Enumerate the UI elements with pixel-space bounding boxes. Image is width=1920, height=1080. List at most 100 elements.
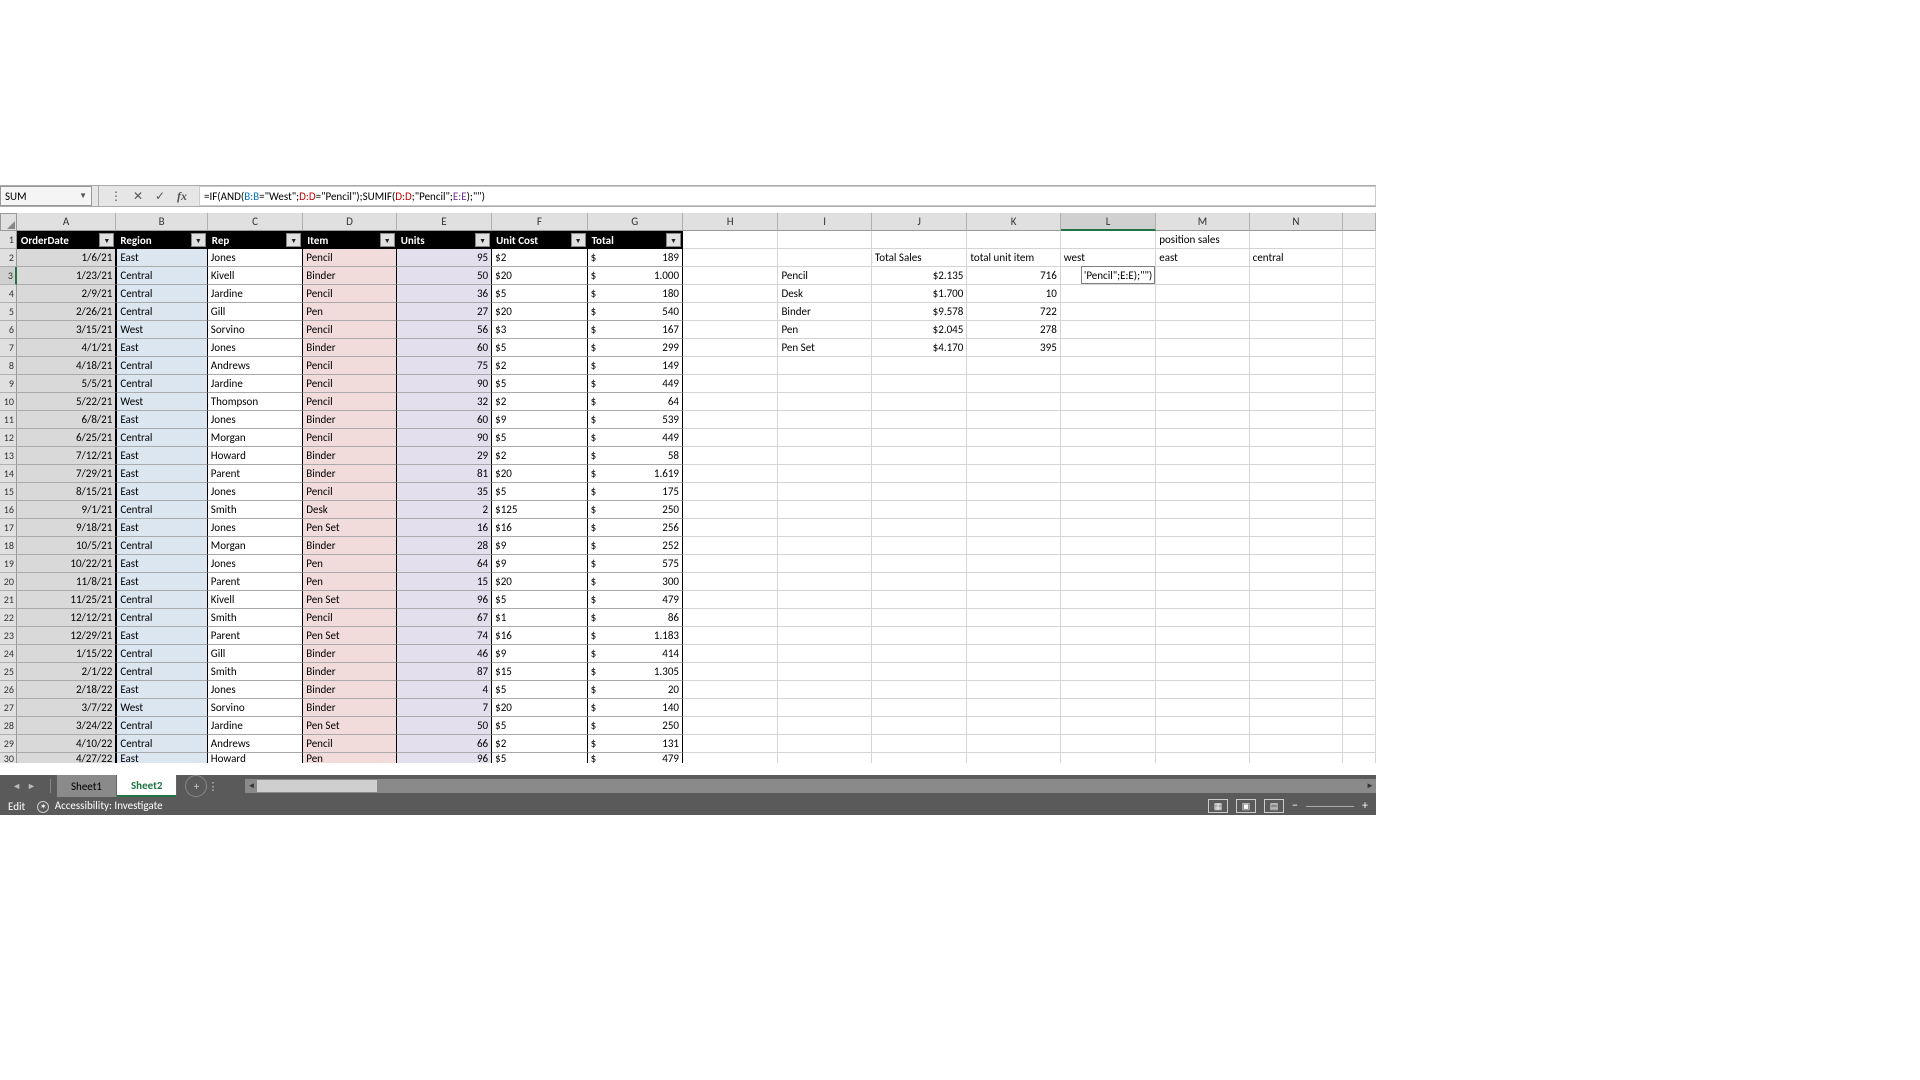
cell[interactable] [683, 555, 778, 573]
cell[interactable]: 16 [397, 519, 492, 537]
cell[interactable] [1061, 681, 1156, 699]
cell[interactable] [1061, 465, 1156, 483]
cell[interactable] [1061, 483, 1156, 501]
cell[interactable] [1250, 663, 1343, 681]
cell[interactable]: $479 [588, 591, 683, 609]
cell[interactable] [1250, 537, 1343, 555]
cell[interactable] [1343, 447, 1376, 465]
row-header[interactable]: 8 [0, 357, 17, 375]
cell[interactable] [967, 681, 1060, 699]
cell[interactable]: 64 [397, 555, 492, 573]
cell[interactable]: 12/12/21 [17, 609, 116, 627]
cell[interactable]: East [116, 555, 207, 573]
cell[interactable]: 278 [967, 321, 1060, 339]
cell[interactable]: 11/8/21 [17, 573, 116, 591]
cell[interactable]: Jones [208, 681, 303, 699]
cell[interactable]: Kivell [208, 267, 303, 285]
cell[interactable] [1343, 609, 1376, 627]
cell[interactable]: $1.000 [588, 267, 683, 285]
table-header[interactable]: Unit Cost▼ [492, 231, 587, 249]
cell[interactable] [778, 609, 871, 627]
cell[interactable]: 87 [397, 663, 492, 681]
col-header-I[interactable]: I [778, 213, 871, 231]
cell[interactable]: Pencil [303, 249, 396, 267]
cell[interactable]: West [116, 321, 207, 339]
cell[interactable] [1250, 231, 1343, 249]
cell[interactable] [778, 573, 871, 591]
cell[interactable] [1061, 717, 1156, 735]
cell[interactable] [1343, 591, 1376, 609]
cell[interactable]: Jardine [208, 375, 303, 393]
cell[interactable] [683, 411, 778, 429]
active-editing-cell[interactable]: 'Pencil";E:E);"") [1061, 267, 1156, 285]
page-break-view-icon[interactable]: ▤ [1264, 799, 1284, 813]
cell[interactable]: $16 [492, 627, 587, 645]
cell[interactable] [1061, 231, 1156, 249]
cell[interactable]: Gill [208, 645, 303, 663]
sheet-tab-sheet2[interactable]: Sheet2 [117, 775, 178, 797]
cell[interactable]: Central [116, 303, 207, 321]
cell[interactable] [872, 429, 967, 447]
cell[interactable]: $9 [492, 555, 587, 573]
cell[interactable]: 4/10/22 [17, 735, 116, 753]
cell[interactable]: East [116, 483, 207, 501]
cell[interactable]: $252 [588, 537, 683, 555]
cell[interactable] [683, 591, 778, 609]
cell[interactable] [1250, 447, 1343, 465]
row-header[interactable]: 27 [0, 699, 17, 717]
cell[interactable] [1343, 357, 1376, 375]
cell[interactable] [967, 519, 1060, 537]
cell[interactable] [1343, 537, 1376, 555]
cell[interactable]: Parent [208, 465, 303, 483]
cell[interactable] [1250, 303, 1343, 321]
cell[interactable] [778, 357, 871, 375]
cell[interactable] [1156, 483, 1249, 501]
cell[interactable]: $250 [588, 717, 683, 735]
cell[interactable] [967, 717, 1060, 735]
row-header[interactable]: 12 [0, 429, 17, 447]
cell[interactable]: Pencil [303, 393, 396, 411]
cell[interactable] [1156, 663, 1249, 681]
cell[interactable]: $5 [492, 717, 587, 735]
cell[interactable]: $299 [588, 339, 683, 357]
cell[interactable] [872, 753, 967, 763]
filter-dropdown-icon[interactable]: ▼ [286, 233, 301, 247]
fx-icon[interactable]: fx [171, 186, 193, 206]
cell[interactable] [683, 447, 778, 465]
cell[interactable] [1250, 609, 1343, 627]
cell[interactable]: total unit item [967, 249, 1060, 267]
cell[interactable]: 7/12/21 [17, 447, 116, 465]
cell[interactable] [683, 645, 778, 663]
tab-options-icon[interactable]: ⋮ [207, 780, 219, 793]
cell[interactable] [683, 357, 778, 375]
cell[interactable]: position sales [1156, 231, 1249, 249]
cell[interactable] [1343, 339, 1376, 357]
cell[interactable]: 32 [397, 393, 492, 411]
row-header[interactable]: 15 [0, 483, 17, 501]
cell[interactable]: Binder [303, 411, 396, 429]
cell[interactable]: $2 [492, 249, 587, 267]
cell[interactable]: Smith [208, 609, 303, 627]
cell[interactable] [1343, 735, 1376, 753]
filter-dropdown-icon[interactable]: ▼ [666, 233, 681, 247]
cell[interactable]: $1.700 [872, 285, 967, 303]
cell[interactable] [1061, 411, 1156, 429]
table-header[interactable]: Item▼ [303, 231, 396, 249]
cell[interactable] [1343, 681, 1376, 699]
cell[interactable] [1343, 267, 1376, 285]
spreadsheet-grid[interactable]: A B C D E F G H I J K L M N 1OrderDate▼R… [0, 213, 1376, 775]
formula-input[interactable]: =IF(AND(B:B="West";D:D="Pencil");SUMIF(D… [199, 186, 1376, 206]
cell[interactable]: 36 [397, 285, 492, 303]
filter-dropdown-icon[interactable]: ▼ [380, 233, 395, 247]
cell[interactable]: 95 [397, 249, 492, 267]
cell[interactable] [683, 501, 778, 519]
row-header[interactable]: 18 [0, 537, 17, 555]
row-header[interactable]: 13 [0, 447, 17, 465]
cell[interactable] [778, 591, 871, 609]
cell[interactable]: Binder [303, 465, 396, 483]
cell[interactable]: $449 [588, 375, 683, 393]
cell[interactable]: $5 [492, 591, 587, 609]
cell[interactable]: Binder [303, 663, 396, 681]
cell[interactable]: $2 [492, 447, 587, 465]
cell[interactable]: 96 [397, 753, 492, 763]
